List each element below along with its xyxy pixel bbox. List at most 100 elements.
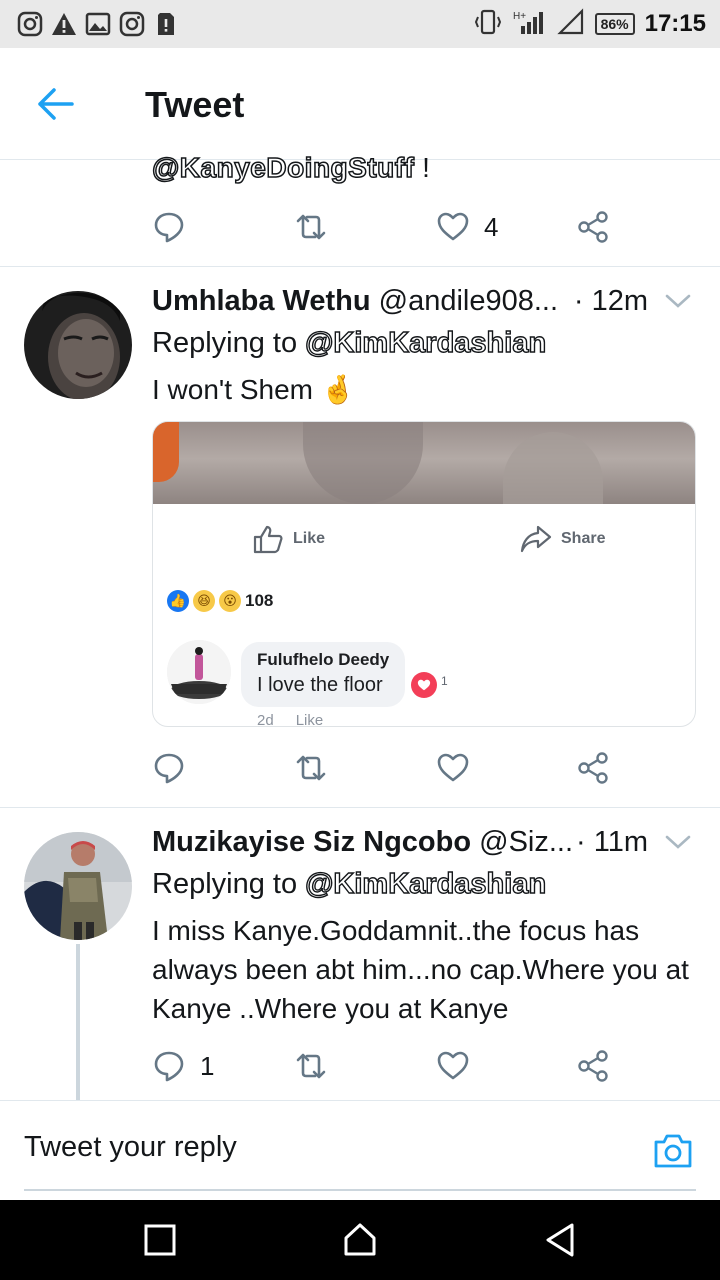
fb-like: Like [251,522,325,556]
previous-tweet-text: @KanyeDoingStuff ! [151,151,430,184]
share-button[interactable] [576,748,610,788]
tweet-text-suffix: ! [414,152,430,183]
vibrate-icon [473,8,503,41]
replying-to: Replying to @KimKardashian [152,867,547,901]
share-button[interactable] [576,207,610,247]
tweet-actions: 1 [152,1046,672,1086]
navigation-bar [0,1200,720,1280]
reply-input[interactable]: Tweet your reply [24,1131,237,1164]
tweet-time: · 12m [573,285,648,317]
tweet-header: Umhlaba Wethu @andile908... · 12m [152,285,700,325]
like-button[interactable] [436,748,470,788]
signal-empty-icon [556,7,585,41]
tweet-header: Muzikayise Siz Ngcobo @Siz... · 11m [152,826,700,866]
tweet-text: I miss Kanye.Goddamnit..the focus has al… [152,915,689,1024]
reaction-count: 108 [245,591,274,610]
haha-reaction-icon: 😆 [193,590,215,612]
reply-icon [154,753,184,784]
reply-button[interactable]: 1 [152,1046,214,1086]
back-button[interactable] [34,84,78,124]
reply-icon [154,212,184,243]
replying-label: Replying to [152,868,306,900]
fb-reactions: 👍 😆 😮 108 [167,590,273,612]
like-button[interactable] [436,1046,470,1086]
fb-share: Share [519,522,605,556]
input-underline [24,1189,696,1191]
fb-like-label: Like [293,530,326,547]
fb-comment-like: Like [295,712,324,727]
mention-link[interactable]: @KimKardashian [304,326,546,359]
reply-count: 1 [200,1050,215,1081]
avatar[interactable] [24,291,132,399]
fb-share-label: Share [561,530,606,547]
share-icon [578,1050,608,1082]
tweet-text-body: I won't Shem [152,374,313,405]
chevron-down-icon[interactable] [664,832,692,852]
image-icon [84,10,112,38]
replying-label: Replying to [152,327,306,359]
back-nav-icon[interactable] [540,1220,580,1260]
signal-icon: H+ [513,8,547,41]
mention-link[interactable]: @KimKardashian [304,867,546,900]
tweet-text: I won't Shem 🤞 [152,370,692,409]
chevron-down-icon[interactable] [664,291,692,311]
retweet-icon [296,1053,326,1079]
sim-alert-icon [152,10,180,38]
instagram-icon [16,10,44,38]
heart-icon [437,753,469,782]
thread-line [76,944,80,1100]
love-count: 1 [441,674,448,688]
arrow-left-icon [38,88,74,120]
fb-comment-bubble: Fulufhelo Deedy I love the floor [241,642,406,707]
tweet-actions: 4 [152,207,672,247]
tweet-actions [152,748,672,788]
retweet-button[interactable] [294,748,328,788]
tweet-media-image[interactable]: Like Share 👍 😆 😮 108 Fulufhelo Deedy I l… [152,421,696,727]
fb-comment-meta: 2d Like [257,712,324,727]
camera-icon[interactable] [652,1131,694,1171]
fb-comment-text: I love the floor [257,674,383,696]
retweet-button[interactable] [294,207,328,247]
photo-fragment [153,422,695,504]
app-header: Tweet [0,48,720,160]
retweet-icon [296,755,326,781]
fb-comment-author: Fulufhelo Deedy [257,650,390,669]
reply-button[interactable] [152,748,186,788]
retweet-button[interactable] [294,1046,328,1086]
page-title: Tweet [145,84,245,125]
user-handle[interactable]: @Siz... [479,826,573,858]
wow-reaction-icon: 😮 [219,590,241,612]
love-reaction-icon [411,672,437,698]
divider [0,266,720,267]
user-name[interactable]: Muzikayise Siz Ngcobo [152,826,471,858]
like-count: 4 [484,211,499,242]
clock: 17:15 [644,10,706,37]
mention-link[interactable]: @KanyeDoingStuff [151,151,414,184]
user-name[interactable]: Umhlaba Wethu [152,285,371,317]
share-arrow-icon [520,525,552,553]
status-bar: H+ 86% 17:15 [0,0,720,48]
tweet-time: · 11m [576,826,648,858]
replying-to: Replying to @KimKardashian [152,326,547,360]
share-button[interactable] [576,1046,610,1086]
svg-text:H+: H+ [513,11,526,22]
share-icon [578,211,608,243]
crossed-fingers-emoji: 🤞 [320,374,356,405]
warning-icon [50,10,78,38]
heart-icon [437,212,469,241]
share-icon [578,752,608,784]
reply-button[interactable] [152,207,186,247]
thumbs-up-icon [253,525,283,554]
like-button[interactable]: 4 [436,207,498,247]
like-reaction-icon: 👍 [167,590,189,612]
heart-icon [437,1051,469,1080]
home-icon[interactable] [340,1220,380,1260]
avatar[interactable] [24,832,132,940]
retweet-icon [296,214,326,240]
instagram-icon [118,10,146,38]
fb-comment-age: 2d [257,712,274,727]
user-handle[interactable]: @andile908... [379,285,558,317]
fb-comment-avatar [167,640,231,704]
recent-apps-icon[interactable] [140,1220,180,1260]
reply-composer: Tweet your reply [0,1100,720,1200]
